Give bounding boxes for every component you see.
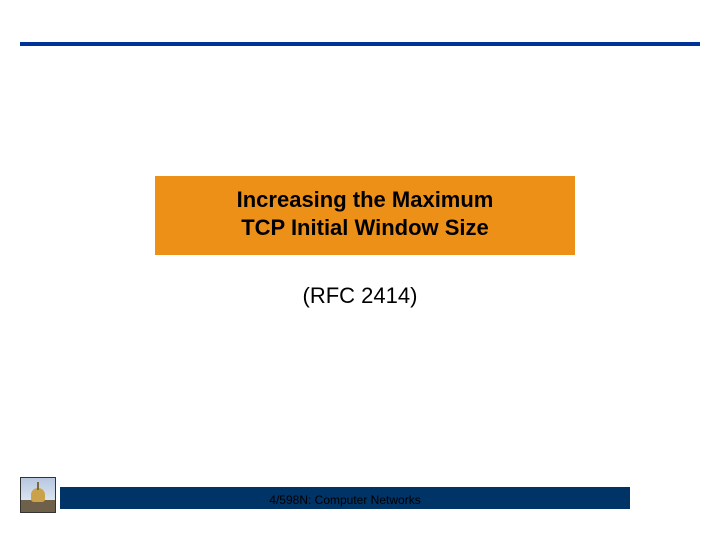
- footer-text: 4/598N: Computer Networks: [60, 493, 630, 507]
- logo-dome: [31, 488, 45, 502]
- logo-thumbnail: [20, 477, 56, 513]
- slide-title: Increasing the Maximum TCP Initial Windo…: [175, 186, 555, 241]
- logo-spire: [37, 482, 39, 490]
- title-box: Increasing the Maximum TCP Initial Windo…: [155, 176, 575, 255]
- slide-subtitle: (RFC 2414): [0, 283, 720, 309]
- top-divider: [20, 42, 700, 46]
- title-line-2: TCP Initial Window Size: [241, 215, 489, 240]
- title-line-1: Increasing the Maximum: [237, 187, 494, 212]
